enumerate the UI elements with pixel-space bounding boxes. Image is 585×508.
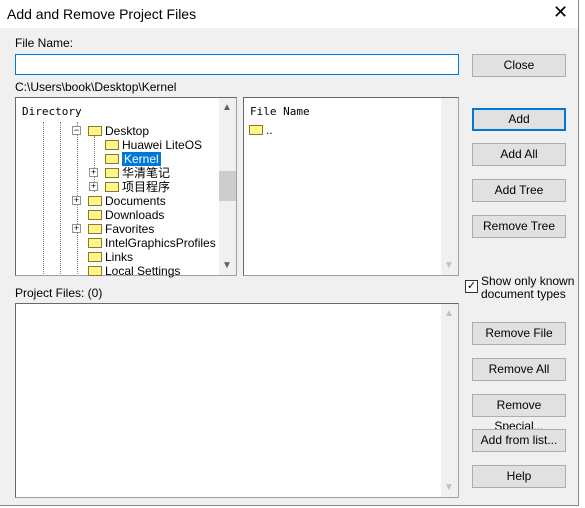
- tree-item[interactable]: Downloads: [88, 208, 164, 222]
- scroll-thumb[interactable]: [219, 171, 236, 201]
- project-files-list[interactable]: ▲ ▼: [15, 303, 459, 498]
- tree-item[interactable]: Huawei LiteOS: [105, 138, 202, 152]
- folder-icon: [88, 196, 102, 206]
- tree-item[interactable]: 项目程序: [105, 180, 170, 194]
- directory-tree[interactable]: Directory − Desktop Huawei LiteOS Kernel + 华清…: [15, 97, 237, 278]
- file-header: File Name: [250, 105, 310, 118]
- folder-icon: [105, 168, 119, 178]
- scroll-down-icon[interactable]: ▼: [444, 260, 454, 271]
- project-scrollbar[interactable]: ▲ ▼: [441, 304, 458, 497]
- parent-folder-icon: [249, 125, 263, 135]
- title-bar: Add and Remove Project Files ✕: [0, 0, 578, 28]
- add-from-list-button[interactable]: Add from list...: [472, 429, 566, 452]
- tree-scrollbar[interactable]: ▲ ▼: [219, 98, 236, 275]
- directory-header: Directory: [22, 105, 82, 118]
- folder-icon: [88, 126, 102, 136]
- tree-item[interactable]: Documents: [88, 194, 166, 208]
- expand-toggle-icon[interactable]: +: [89, 182, 98, 191]
- tree-item[interactable]: Links: [88, 250, 133, 264]
- dialog: Add and Remove Project Files ✕ File Name…: [0, 0, 579, 506]
- expand-toggle-icon[interactable]: +: [72, 224, 81, 233]
- list-item[interactable]: ..: [249, 123, 273, 137]
- expand-toggle-icon[interactable]: −: [72, 126, 81, 135]
- folder-icon: [105, 154, 119, 164]
- tree-item[interactable]: Desktop: [88, 124, 149, 138]
- project-files-label: Project Files: (0): [15, 286, 103, 300]
- remove-file-button[interactable]: Remove File: [472, 322, 566, 345]
- folder-icon: [88, 238, 102, 248]
- folder-icon: [105, 140, 119, 150]
- add-tree-button[interactable]: Add Tree: [472, 179, 566, 202]
- expand-toggle-icon[interactable]: +: [89, 168, 98, 177]
- current-path: C:\Users\book\Desktop\Kernel: [15, 80, 177, 94]
- window-title: Add and Remove Project Files: [7, 6, 197, 22]
- scroll-up-icon[interactable]: ▲: [444, 308, 454, 319]
- folder-icon: [88, 266, 102, 276]
- scroll-up-icon[interactable]: ▲: [222, 102, 232, 113]
- folder-icon: [105, 182, 119, 192]
- show-known-label-2: document types: [481, 287, 566, 301]
- add-button[interactable]: Add: [472, 108, 566, 131]
- folder-icon: [88, 252, 102, 262]
- expand-toggle-icon[interactable]: +: [72, 196, 81, 205]
- folder-icon: [88, 210, 102, 220]
- remove-special-button[interactable]: Remove Special...: [472, 394, 566, 433]
- file-scrollbar[interactable]: ▼: [441, 98, 458, 275]
- remove-tree-button[interactable]: Remove Tree: [472, 215, 566, 238]
- folder-icon: [88, 224, 102, 234]
- scroll-down-icon[interactable]: ▼: [444, 482, 454, 493]
- tree-item[interactable]: Local Settings: [88, 264, 180, 278]
- tree-item[interactable]: Favorites: [88, 222, 154, 236]
- show-known-label-1: Show only known: [481, 274, 575, 288]
- file-list[interactable]: File Name .. ▼: [243, 97, 459, 276]
- tree-item[interactable]: IntelGraphicsProfiles: [88, 236, 216, 250]
- remove-all-button[interactable]: Remove All: [472, 358, 566, 381]
- scroll-down-icon[interactable]: ▼: [222, 260, 232, 271]
- file-name-label: File Name:: [15, 36, 74, 50]
- close-button[interactable]: Close: [472, 54, 566, 77]
- add-all-button[interactable]: Add All: [472, 143, 566, 166]
- show-known-checkbox[interactable]: ✓: [465, 280, 478, 293]
- tree-item[interactable]: Kernel: [105, 152, 161, 166]
- close-icon[interactable]: ✕: [553, 2, 568, 23]
- file-name-input[interactable]: [15, 54, 459, 75]
- help-button[interactable]: Help: [472, 465, 566, 488]
- tree-item[interactable]: 华清笔记: [105, 166, 170, 180]
